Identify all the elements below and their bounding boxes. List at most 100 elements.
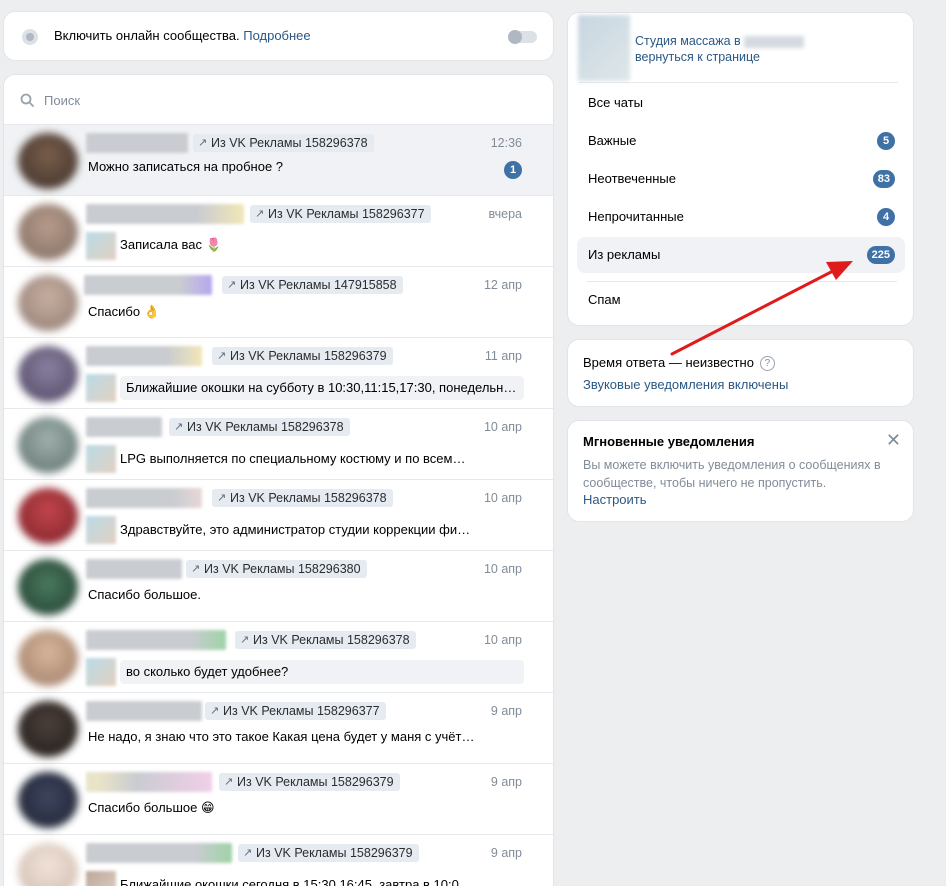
- contact-name: [86, 630, 226, 650]
- dialog-row[interactable]: ↗ Из VK Рекламы 158296378 10 апр во сколь…: [4, 622, 553, 693]
- configure-link[interactable]: Настроить: [583, 492, 647, 507]
- question-icon[interactable]: ?: [759, 356, 775, 372]
- dialog-row[interactable]: ↗ Из VK Рекламы 158296378 12:36 Можно зап…: [4, 125, 553, 196]
- ad-source-tag: ↗ Из VK Рекламы 158296380: [186, 560, 367, 578]
- dialog-row[interactable]: ↗ Из VK Рекламы 158296378 10 апр Здравств…: [4, 480, 553, 551]
- folder-from-ads[interactable]: Из рекламы 225: [577, 237, 905, 273]
- arrow-up-right-icon: ↗: [240, 634, 250, 646]
- response-time-card: Время ответа — неизвестно? Звуковые увед…: [567, 339, 914, 407]
- message-preview: Не надо, я знаю что это такое Какая цена…: [88, 729, 475, 744]
- dialog-row[interactable]: ↗ Из VK Рекламы 158296379 9 апр Спасибо б…: [4, 764, 553, 835]
- dialog-row[interactable]: ↗ Из VK Рекламы 158296377 9 апр Не надо, …: [4, 693, 553, 764]
- arrow-up-right-icon: ↗: [243, 847, 253, 859]
- folder-label: Неотвеченные: [588, 171, 677, 186]
- contact-name: [86, 772, 212, 792]
- sender-avatar: [86, 374, 116, 402]
- ad-source-tag: ↗ Из VK Рекламы 158296377: [205, 702, 386, 720]
- sender-avatar: [86, 658, 116, 686]
- folder-important[interactable]: Важные 5: [577, 123, 905, 159]
- message-preview: Спасибо 👌: [88, 304, 160, 319]
- message-preview: Спасибо большое 😁: [88, 800, 215, 815]
- contact-name: [86, 843, 232, 863]
- message-time: 10 апр: [483, 562, 522, 576]
- avatar: [18, 204, 78, 260]
- dialog-row[interactable]: ↗ Из VK Рекламы 158296380 10 апр Спасибо …: [4, 551, 553, 622]
- ad-source-tag: ↗ Из VK Рекламы 158296378: [235, 631, 416, 649]
- arrow-up-right-icon: ↗: [255, 208, 265, 220]
- avatar: [18, 630, 78, 686]
- arrow-up-right-icon: ↗: [210, 705, 220, 717]
- response-time: Время ответа — неизвестно?: [583, 355, 775, 372]
- online-switch[interactable]: [508, 30, 537, 44]
- avatar: [18, 133, 78, 189]
- community-header[interactable]: Студия массажа в вернуться к странице: [578, 13, 898, 83]
- avatar: [18, 701, 78, 757]
- ad-source-tag: ↗ Из VK Рекламы 158296379: [219, 773, 400, 791]
- search-input[interactable]: [44, 89, 524, 111]
- sender-avatar: [86, 516, 116, 544]
- message-time: 9 апр: [490, 704, 522, 718]
- ad-source-tag: ↗ Из VK Рекламы 158296378: [212, 489, 393, 507]
- ad-source-tag: ↗ Из VK Рекламы 158296378: [169, 418, 350, 436]
- message-time: 10 апр: [483, 420, 522, 434]
- message-preview: Здравствуйте, это администратор студии к…: [120, 522, 471, 537]
- arrow-up-right-icon: ↗: [191, 563, 201, 575]
- online-toggle-card: Включить онлайн сообщества. Подробнее: [3, 11, 554, 61]
- contact-name: [86, 559, 182, 579]
- avatar: [18, 488, 78, 544]
- more-link[interactable]: Подробнее: [243, 28, 310, 43]
- community-name[interactable]: Студия массажа в: [635, 34, 805, 48]
- dialog-row[interactable]: ↗ Из VK Рекламы 158296378 10 апр LPG выпо…: [4, 409, 553, 480]
- contact-name: [86, 133, 188, 153]
- folder-unanswered[interactable]: Неотвеченные 83: [577, 161, 905, 197]
- message-preview: во сколько будет удобнее?: [126, 664, 289, 679]
- message-preview: LPG выполняется по специальному костюму …: [120, 451, 466, 466]
- contact-name: [86, 346, 202, 366]
- arrow-up-right-icon: ↗: [217, 350, 227, 362]
- contact-name: [86, 488, 202, 508]
- online-label: Включить онлайн сообщества. Подробнее: [54, 28, 311, 43]
- avatar: [18, 346, 78, 402]
- notify-title: Мгновенные уведомления: [583, 434, 755, 449]
- dialog-row[interactable]: ↗ Из VK Рекламы 158296377 вчера Записала …: [4, 196, 553, 267]
- instant-notifications-card: Мгновенные уведомления ✕ Вы можете включ…: [567, 420, 914, 522]
- dialog-row[interactable]: ↗ Из VK Рекламы 158296379 11 апр Ближайши…: [4, 338, 553, 409]
- message-time: вчера: [488, 207, 522, 221]
- folder-unread[interactable]: Непрочитанные 4: [577, 199, 905, 235]
- ad-source-tag: ↗ Из VK Рекламы 158296378: [193, 134, 374, 152]
- message-time: 9 апр: [490, 775, 522, 789]
- sound-notifications-link[interactable]: Звуковые уведомления включены: [583, 377, 788, 392]
- unread-badge: 1: [504, 161, 522, 179]
- dialog-list: ↗Из VK Рекламы 158296378 12:36 Можно зап…: [3, 74, 554, 886]
- folder-label: Из рекламы: [588, 247, 661, 262]
- message-time: 9 апр: [490, 846, 522, 860]
- back-to-page-link[interactable]: вернуться к странице: [635, 50, 760, 64]
- folders-card: Студия массажа в вернуться к странице Вс…: [567, 12, 914, 326]
- search-bar: [4, 75, 553, 125]
- ad-source-tag: ↗ Из VK Рекламы 158296379: [212, 347, 393, 365]
- folder-count-badge: 225: [866, 246, 895, 264]
- close-icon[interactable]: ✕: [886, 431, 901, 449]
- sender-avatar: [86, 445, 116, 473]
- message-time: 10 апр: [483, 491, 522, 505]
- avatar: [18, 843, 78, 886]
- folder-spam[interactable]: Спам: [577, 282, 905, 318]
- message-preview: Ближайшие окошки на субботу в 10:30,11:1…: [126, 380, 524, 395]
- folder-all-chats[interactable]: Все чаты: [577, 85, 905, 121]
- arrow-up-right-icon: ↗: [198, 137, 208, 149]
- avatar: [18, 772, 78, 828]
- radio-icon[interactable]: [22, 29, 38, 45]
- message-bubble: во сколько будет удобнее?: [120, 660, 524, 684]
- folder-label: Важные: [588, 133, 637, 148]
- folder-count-badge: 4: [877, 208, 895, 226]
- dialog-row[interactable]: ↗ Из VK Рекламы 158296379 9 апр Ближайшие…: [4, 835, 553, 886]
- dialog-row[interactable]: ↗ Из VK Рекламы 147915858 12 апр Спасибо …: [4, 267, 553, 338]
- avatar: [18, 559, 78, 615]
- message-time: 11 апр: [484, 349, 522, 363]
- sender-avatar: [86, 232, 116, 260]
- message-time: 12:36: [490, 136, 522, 150]
- contact-name: [86, 417, 162, 437]
- arrow-up-right-icon: ↗: [174, 421, 184, 433]
- arrow-up-right-icon: ↗: [217, 492, 227, 504]
- community-avatar: [578, 15, 630, 81]
